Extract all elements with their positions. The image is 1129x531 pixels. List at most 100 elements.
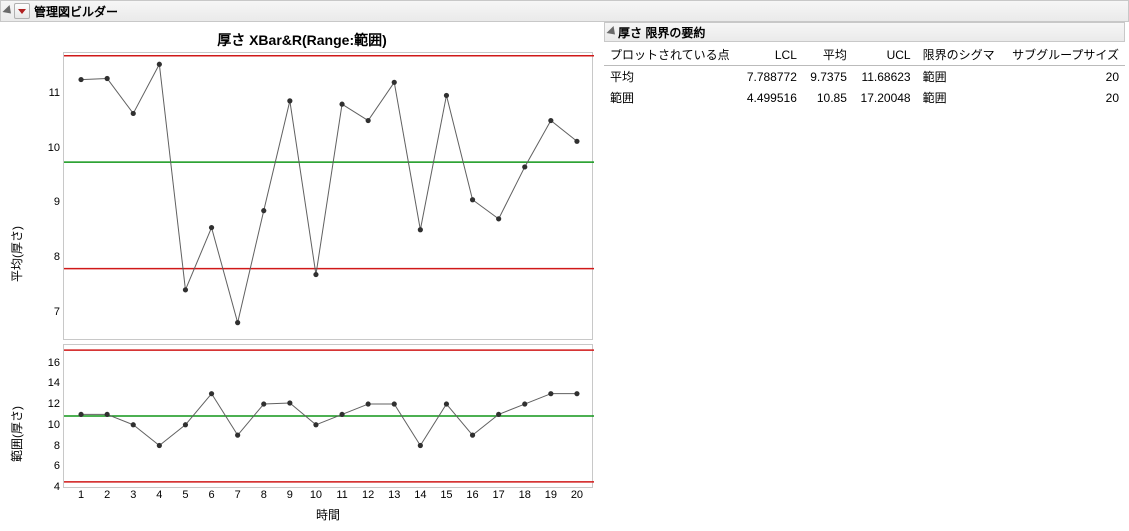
y-tick-label: 10 <box>48 419 60 431</box>
x-tick-label: 3 <box>130 489 136 501</box>
red-triangle-icon <box>18 9 26 14</box>
cell-subgroup: 20 <box>1003 66 1125 88</box>
summary-header[interactable]: 厚さ 限界の要約 <box>604 22 1125 42</box>
x-tick-label: 2 <box>104 489 110 501</box>
table-header-row: プロットされている点 LCL 平均 UCL 限界のシグマ サブグループサイズ <box>604 44 1125 66</box>
y-tick-label: 16 <box>48 357 60 369</box>
col-lcl: LCL <box>739 44 803 66</box>
data-point <box>209 391 214 396</box>
data-point <box>287 400 292 405</box>
data-point <box>444 401 449 406</box>
summary-column: 厚さ 限界の要約 プロットされている点 LCL 平均 UCL 限界のシグマ サブ… <box>604 22 1129 108</box>
y-axis-label-top: 平均(厚さ) <box>8 226 25 282</box>
col-subgroup: サブグループサイズ <box>1003 44 1125 66</box>
summary-title: 厚さ 限界の要約 <box>618 24 705 41</box>
disclosure-triangle-icon[interactable] <box>2 5 14 17</box>
y-tick-label: 12 <box>48 398 60 410</box>
data-point <box>183 287 188 292</box>
cell-mean: 9.7375 <box>803 66 853 88</box>
x-tick-label: 15 <box>440 489 452 501</box>
section-title: 管理図ビルダー <box>34 3 118 20</box>
col-ucl: UCL <box>853 44 917 66</box>
x-tick-label: 16 <box>466 489 478 501</box>
x-tick-label: 11 <box>336 489 347 501</box>
data-point <box>131 422 136 427</box>
table-row: 範囲 4.499516 10.85 17.20048 範囲 20 <box>604 87 1125 108</box>
y-tick-label: 4 <box>54 481 60 493</box>
range-chart[interactable]: 4681012141612345678910111213141516171819… <box>63 344 593 488</box>
y-tick-label: 11 <box>49 87 60 99</box>
data-point <box>548 118 553 123</box>
x-tick-label: 8 <box>261 489 267 501</box>
x-tick-label: 10 <box>310 489 322 501</box>
data-point <box>209 225 214 230</box>
cell-mean: 10.85 <box>803 87 853 108</box>
x-tick-label: 13 <box>388 489 400 501</box>
data-point <box>78 77 83 82</box>
cell-lcl: 7.788772 <box>739 66 803 88</box>
data-point <box>522 164 527 169</box>
data-point <box>548 391 553 396</box>
cell-sigma: 範囲 <box>917 87 1003 108</box>
x-tick-label: 12 <box>362 489 374 501</box>
data-point <box>261 401 266 406</box>
col-sigma: 限界のシグマ <box>917 44 1003 66</box>
y-tick-label: 7 <box>54 306 60 318</box>
x-tick-label: 9 <box>287 489 293 501</box>
data-point <box>418 227 423 232</box>
cell-lcl: 4.499516 <box>739 87 803 108</box>
chart-column: 厚さ XBar&R(Range:範囲) 平均(厚さ) 7891011 範囲(厚さ… <box>0 22 604 52</box>
data-point <box>78 412 83 417</box>
data-point <box>574 391 579 396</box>
y-tick-label: 10 <box>48 142 60 154</box>
data-point <box>261 208 266 213</box>
data-point <box>496 412 501 417</box>
data-point <box>105 412 110 417</box>
x-tick-label: 18 <box>519 489 531 501</box>
x-tick-label: 17 <box>493 489 505 501</box>
table-row: 平均 7.788772 9.7375 11.68623 範囲 20 <box>604 66 1125 88</box>
data-point <box>522 401 527 406</box>
data-point <box>496 216 501 221</box>
x-tick-label: 5 <box>182 489 188 501</box>
col-mean: 平均 <box>803 44 853 66</box>
xbar-chart[interactable]: 7891011 <box>63 52 593 340</box>
y-tick-label: 8 <box>54 251 60 263</box>
y-tick-label: 14 <box>48 377 60 389</box>
cell-ucl: 11.68623 <box>853 66 917 88</box>
data-point <box>313 422 318 427</box>
y-tick-label: 8 <box>54 440 60 452</box>
data-point <box>183 422 188 427</box>
data-point <box>131 111 136 116</box>
x-tick-label: 4 <box>156 489 162 501</box>
cell-point: 範囲 <box>604 87 739 108</box>
cell-subgroup: 20 <box>1003 87 1125 108</box>
cell-ucl: 17.20048 <box>853 87 917 108</box>
x-tick-label: 20 <box>571 489 583 501</box>
col-point: プロットされている点 <box>604 44 739 66</box>
disclosure-triangle-icon[interactable] <box>606 26 618 38</box>
data-point <box>470 433 475 438</box>
data-point <box>366 118 371 123</box>
cell-point: 平均 <box>604 66 739 88</box>
data-point <box>392 401 397 406</box>
data-point <box>444 93 449 98</box>
data-point <box>418 443 423 448</box>
data-point <box>235 433 240 438</box>
y-tick-label: 6 <box>54 460 60 472</box>
outline-header[interactable]: 管理図ビルダー <box>0 0 1129 22</box>
x-tick-label: 6 <box>208 489 214 501</box>
data-point <box>157 443 162 448</box>
x-tick-label: 7 <box>235 489 241 501</box>
x-tick-label: 19 <box>545 489 557 501</box>
y-axis-label-bottom: 範囲(厚さ) <box>8 406 25 462</box>
x-axis-label: 時間 <box>63 506 593 523</box>
x-tick-label: 14 <box>414 489 426 501</box>
report-menu-button[interactable] <box>14 3 30 19</box>
x-tick-label: 1 <box>78 489 84 501</box>
limits-summary-table: プロットされている点 LCL 平均 UCL 限界のシグマ サブグループサイズ 平… <box>604 44 1125 108</box>
cell-sigma: 範囲 <box>917 66 1003 88</box>
y-tick-label: 9 <box>54 196 60 208</box>
data-point <box>157 62 162 67</box>
data-point <box>366 401 371 406</box>
